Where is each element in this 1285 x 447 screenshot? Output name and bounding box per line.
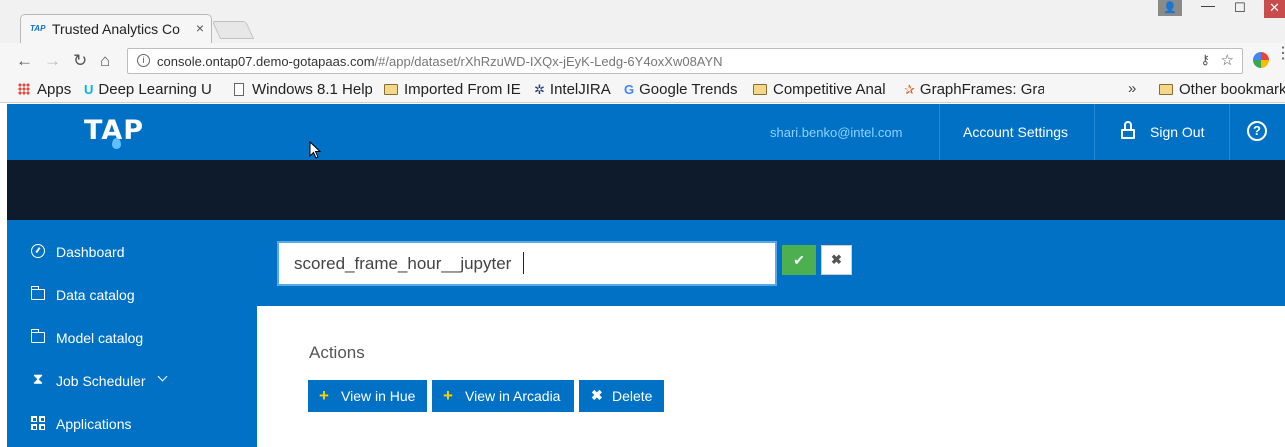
new-tab-button[interactable]	[211, 21, 255, 39]
dataset-name-input[interactable]	[277, 241, 777, 286]
bookmarks-overflow-chevron-icon[interactable]: »	[1128, 80, 1136, 97]
button-label: View in Hue	[341, 388, 416, 404]
home-icon[interactable]: ⌂	[100, 51, 110, 71]
close-tab-icon[interactable]: ×	[196, 20, 204, 36]
bookmark-apps[interactable]: Apps	[18, 81, 78, 101]
site-info-icon[interactable]: i	[137, 54, 150, 67]
actions-heading: Actions	[309, 343, 365, 362]
bookmark-label: Windows 8.1 Help	[252, 81, 372, 98]
folder-icon	[1159, 84, 1173, 95]
sidebar: Dashboard Data catalog Model catalog ⧗ J…	[7, 220, 257, 447]
lock-icon	[1121, 121, 1135, 139]
address-bar[interactable]: i console.ontap07.demo-gotapaas.com/#/ap…	[127, 48, 1243, 74]
sidebar-item-job-scheduler[interactable]: ⧗ Job Scheduler	[7, 361, 257, 401]
other-bookmarks[interactable]: Other bookmarks	[1159, 81, 1285, 101]
bookmark-label: Google Trends	[639, 81, 738, 98]
mouse-cursor-icon	[309, 141, 321, 159]
delete-button[interactable]: ✖ Delete	[579, 380, 664, 412]
button-label: Delete	[612, 388, 653, 404]
folder-icon	[384, 84, 398, 95]
sidebar-item-label: Dashboard	[56, 244, 125, 260]
plus-icon: +	[443, 386, 453, 405]
browser-tab-title: Trusted Analytics Console	[52, 21, 180, 37]
app-header: TAP shari.benko@intel.com Account Settin…	[7, 104, 1285, 160]
bookmark-inteljira[interactable]: ✲ IntelJIRA	[534, 81, 616, 101]
folder-icon	[30, 286, 45, 300]
bookmark-google-trends[interactable]: G Google Trends	[624, 81, 746, 101]
grid-icon	[31, 416, 45, 430]
browser-tab[interactable]: TAP Trusted Analytics Console ×	[20, 14, 212, 44]
folder-icon	[30, 329, 45, 343]
bookmarks-bar: Apps U Deep Learning U Windows 8.1 Help I…	[0, 79, 1285, 103]
hourglass-icon: ⧗	[32, 371, 44, 388]
url-host: console.ontap07.demo-gotapaas.com	[157, 54, 375, 69]
bookmark-imported-from-ie[interactable]: Imported From IE	[384, 81, 524, 101]
key-icon[interactable]: ⚷	[1200, 52, 1210, 68]
bookmark-deep-learning[interactable]: U Deep Learning U	[84, 81, 220, 101]
sidebar-item-data-catalog[interactable]: Data catalog	[7, 275, 257, 315]
user-profile-icon[interactable]: 👤	[1158, 0, 1182, 16]
sidebar-item-label: Model catalog	[56, 330, 144, 346]
jira-icon: ✲	[534, 82, 545, 97]
user-email[interactable]: shari.benko@intel.com	[770, 125, 902, 140]
close-window-button[interactable]: ✕	[1264, 0, 1285, 18]
help-icon[interactable]: ?	[1247, 121, 1267, 141]
back-arrow-icon[interactable]: ←	[16, 51, 33, 71]
bookmark-graphframes[interactable]: ✰ GraphFrames: Gra	[904, 81, 1044, 101]
page-banner	[7, 160, 1285, 220]
browser-tab-strip: TAP Trusted Analytics Console × 👤 — ☐ ✕	[0, 0, 1285, 44]
dataset-details-panel	[277, 306, 1285, 447]
sidebar-item-label: Job Scheduler	[56, 373, 146, 389]
plus-icon: +	[319, 386, 329, 405]
maximize-window-button[interactable]: ☐	[1230, 0, 1250, 18]
bookmark-label: Competitive Anal	[773, 81, 886, 98]
bookmark-label: GraphFrames: Gra	[919, 81, 1044, 98]
bookmark-label: Imported From IE	[404, 81, 521, 98]
google-icon: G	[624, 82, 635, 97]
tap-favicon-icon: TAP	[30, 24, 46, 33]
chevron-down-icon[interactable]	[157, 371, 168, 382]
logo-drop-icon	[112, 138, 121, 149]
url-path: /#/app/dataset/rXhRzuWD-IXQx-jEyK-Ledg-6…	[374, 54, 723, 69]
udacity-icon: U	[84, 82, 94, 97]
forward-arrow-icon[interactable]: →	[44, 51, 61, 71]
bookmark-star-icon[interactable]: ☆	[1221, 51, 1234, 69]
cancel-rename-button[interactable]: ✖	[821, 245, 852, 275]
minimize-window-button[interactable]: —	[1198, 0, 1218, 18]
confirm-rename-button[interactable]: ✔	[782, 245, 816, 275]
bookmark-label: Apps	[37, 81, 72, 98]
sidebar-item-model-catalog[interactable]: Model catalog	[7, 318, 257, 358]
bookmark-label: IntelJIRA	[549, 81, 611, 98]
sign-out-link[interactable]: Sign Out	[1150, 124, 1204, 140]
view-in-arcadia-button[interactable]: + View in Arcadia	[432, 380, 574, 412]
url-text: console.ontap07.demo-gotapaas.com/#/app/…	[157, 54, 723, 69]
x-icon: ✖	[591, 387, 603, 403]
sidebar-item-label: Data catalog	[56, 287, 135, 303]
sidebar-item-applications[interactable]: Applications	[7, 404, 257, 444]
browser-menu-icon[interactable]: ⋮	[1275, 46, 1285, 62]
button-label: View in Arcadia	[465, 388, 561, 404]
apps-icon	[18, 83, 30, 95]
spark-icon: ✰	[904, 82, 915, 97]
other-bookmarks-label: Other bookmarks	[1179, 81, 1285, 98]
dashboard-icon	[31, 244, 45, 258]
folder-icon	[753, 84, 767, 95]
text-caret	[523, 252, 524, 274]
bookmark-competitive-analysis[interactable]: Competitive Anal	[753, 81, 889, 101]
header-divider	[1229, 104, 1230, 160]
bookmark-windows-help[interactable]: Windows 8.1 Help	[234, 81, 372, 101]
view-in-hue-button[interactable]: + View in Hue	[308, 380, 427, 412]
sidebar-item-dashboard[interactable]: Dashboard	[7, 232, 257, 272]
document-icon	[234, 83, 244, 96]
extension-icon[interactable]	[1253, 52, 1269, 68]
browser-toolbar: ← → ↻ ⌂ i console.ontap07.demo-gotapaas.…	[0, 43, 1285, 79]
bookmark-label: Deep Learning U	[98, 81, 212, 98]
reload-icon[interactable]: ↻	[73, 51, 87, 71]
header-divider	[1094, 104, 1095, 160]
sidebar-item-label: Applications	[56, 416, 132, 432]
account-settings-link[interactable]: Account Settings	[963, 124, 1068, 140]
header-divider	[939, 104, 940, 160]
